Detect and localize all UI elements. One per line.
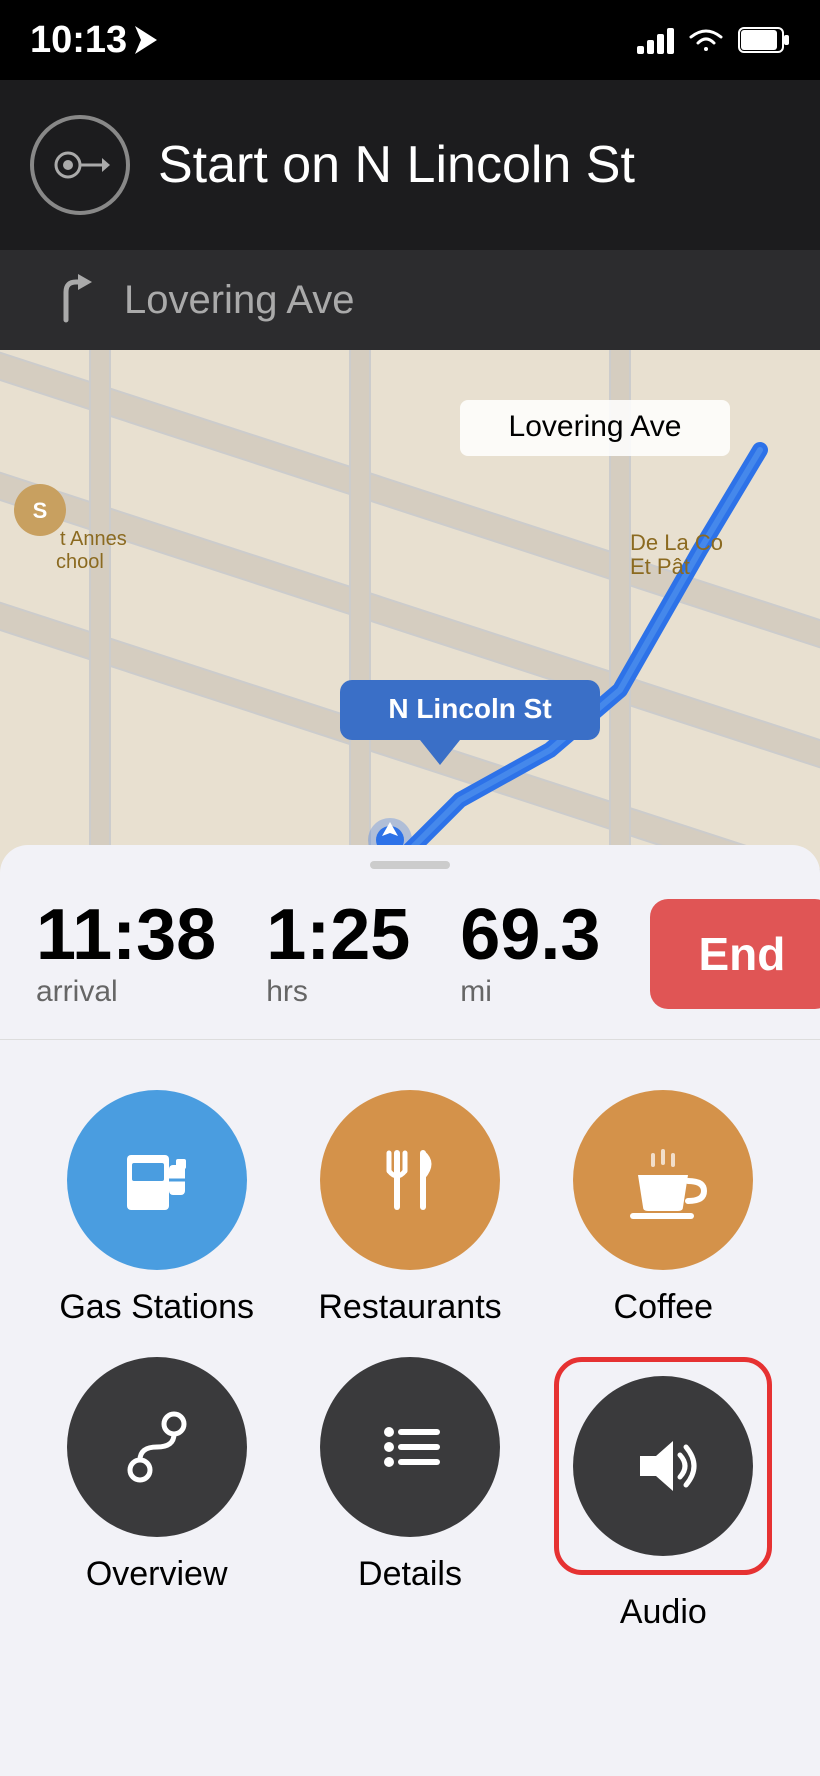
signal-icon — [637, 26, 674, 54]
wifi-icon — [688, 27, 724, 53]
details-icon-circle — [320, 1357, 500, 1537]
svg-text:Lovering Ave: Lovering Ave — [509, 410, 682, 443]
map-svg: Lovering Ave N Lincoln St S t Annes choo… — [0, 350, 820, 880]
eta-row: 11:38 arrival 1:25 hrs 69.3 mi End — [0, 899, 820, 1040]
primary-nav-instruction: Start on N Lincoln St — [0, 80, 820, 250]
restaurants-icon-circle — [320, 1090, 500, 1270]
svg-text:N Lincoln St: N Lincoln St — [388, 693, 551, 724]
category-overview[interactable]: Overview — [40, 1357, 273, 1632]
speaker-icon — [618, 1421, 708, 1511]
category-coffee[interactable]: Coffee — [547, 1090, 780, 1327]
primary-instruction-text: Start on N Lincoln St — [158, 135, 635, 195]
turn-right-icon — [36, 270, 96, 330]
svg-text:Et Pât: Et Pât — [630, 554, 690, 579]
map-view[interactable]: Lovering Ave N Lincoln St S t Annes choo… — [0, 350, 820, 880]
arrival-time-block: 11:38 arrival — [36, 899, 216, 1009]
coffee-icon-circle — [573, 1090, 753, 1270]
status-time: 10:13 — [30, 19, 157, 62]
coffee-label: Coffee — [614, 1288, 714, 1327]
status-bar: 10:13 — [0, 0, 820, 80]
coffee-cup-icon — [618, 1135, 708, 1225]
bottom-sheet: 11:38 arrival 1:25 hrs 69.3 mi End — [0, 845, 820, 1776]
distance-value: 69.3 — [460, 899, 600, 971]
svg-text:De La Co: De La Co — [630, 530, 723, 555]
gas-stations-icon-circle — [67, 1090, 247, 1270]
duration-block: 1:25 hrs — [266, 899, 410, 1009]
svg-text:t Annes: t Annes — [60, 528, 127, 550]
details-label: Details — [358, 1555, 462, 1594]
overview-label: Overview — [86, 1555, 228, 1594]
gas-stations-label: Gas Stations — [59, 1288, 254, 1327]
audio-icon-circle — [573, 1376, 753, 1556]
route-curve-icon — [112, 1402, 202, 1492]
secondary-nav-instruction: Lovering Ave — [0, 250, 820, 350]
svg-text:S: S — [33, 498, 48, 523]
time-display: 10:13 — [30, 19, 127, 62]
drag-handle[interactable] — [370, 861, 450, 869]
nav-direction-icon — [30, 115, 130, 215]
overview-icon-circle — [67, 1357, 247, 1537]
audio-label: Audio — [620, 1593, 707, 1632]
category-restaurants[interactable]: Restaurants — [293, 1090, 526, 1327]
category-audio[interactable]: Audio — [547, 1357, 780, 1632]
duration-label: hrs — [266, 975, 410, 1009]
status-icons — [637, 26, 790, 54]
svg-text:chool: chool — [56, 551, 104, 573]
category-gas-stations[interactable]: Gas Stations — [40, 1090, 273, 1327]
secondary-instruction-text: Lovering Ave — [124, 278, 355, 323]
gas-pump-icon — [112, 1135, 202, 1225]
fork-knife-icon — [365, 1135, 455, 1225]
end-navigation-button[interactable]: End — [650, 899, 820, 1009]
restaurants-label: Restaurants — [318, 1288, 501, 1327]
distance-block: 69.3 mi — [460, 899, 600, 1009]
category-details[interactable]: Details — [293, 1357, 526, 1632]
distance-label: mi — [460, 975, 600, 1009]
arrival-label: arrival — [36, 975, 216, 1009]
battery-icon — [738, 27, 790, 53]
audio-selected-border — [554, 1357, 772, 1575]
duration-value: 1:25 — [266, 899, 410, 971]
list-icon — [365, 1402, 455, 1492]
location-active-icon — [135, 26, 157, 54]
categories-grid: Gas Stations Restaurants — [0, 1040, 820, 1672]
arrival-time-value: 11:38 — [36, 899, 216, 971]
